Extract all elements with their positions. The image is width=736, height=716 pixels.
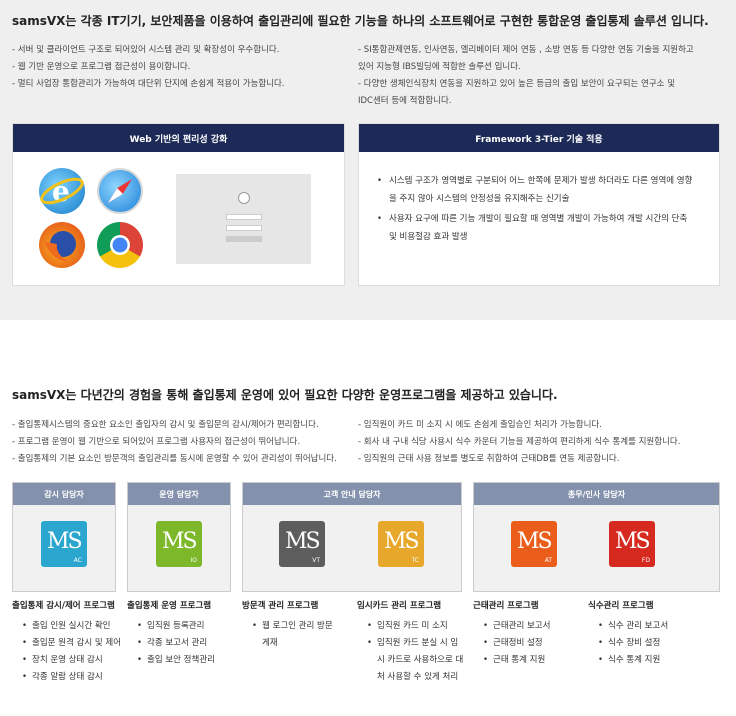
- program-list: 근태관리 보고서 근태정비 설정 근태 통계 지원: [483, 618, 583, 669]
- intro-right-line: 있어 지능형 IBS빌딩에 적합한 솔루션 입니다.: [358, 62, 521, 72]
- list-item: 임직원 카드 분실 시 임시 카드로 사용하으로 대처 사용할 수 있게 처리: [367, 635, 465, 686]
- list-item: 출입 인원 실시간 확인: [22, 618, 122, 635]
- list-item: 식수 장비 설정: [598, 635, 718, 652]
- programs-right-line: - 임직원이 카드 미 소지 시 에도 손쉽게 출입승인 처리가 가능합니다.: [358, 420, 602, 430]
- list-item: 출입 보안 정책관리: [137, 652, 237, 669]
- programs-headline: samsVX는 다년간의 경험을 통해 출입통제 운영에 있어 필요한 다양한 …: [12, 388, 558, 402]
- program-list: 식수 관리 보고서 식수 장비 설정 식수 통계 지원: [598, 618, 718, 669]
- programs-right-line: - 회사 내 구내 식당 사용시 식수 카운터 기능을 제공하여 편리하게 식수…: [358, 437, 681, 447]
- intro-right-text: - SI통합관제연동, 인사연동, 엘리베이터 제어 연동 , 소방 연동 등 …: [358, 42, 728, 110]
- list-item: 장치 운영 상태 감시: [22, 652, 122, 669]
- programs-left-line: - 출입통제의 기본 요소인 방문객의 출입관리를 동시에 운영할 수 있어 관…: [12, 454, 337, 464]
- tile-label: MS: [517, 529, 553, 554]
- framework-list: 시스템 구조가 영역별로 구분되어 어느 한쪽에 문제가 발생 하더라도 다른 …: [377, 172, 697, 248]
- programs-right-line: - 임직원의 근태 사용 정보를 별도로 취합하여 근태DB를 연동 제공합니다…: [358, 454, 620, 464]
- tile-label: MS: [615, 529, 651, 554]
- list-item: 임직원 카드 미 소지: [367, 618, 465, 635]
- mock-button: [226, 236, 262, 242]
- list-item: 식수 통계 지원: [598, 652, 718, 669]
- role-card-title: 총무/인사 담당자: [474, 483, 719, 505]
- list-item: 시스템 구조가 영역별로 구분되어 어느 한쪽에 문제가 발생 하더라도 다른 …: [377, 172, 697, 208]
- ms-vt-icon: MS VT: [279, 521, 325, 567]
- role-card-title: 고객 안내 담당자: [243, 483, 461, 505]
- program-title: 출입통제 운영 프로그램: [127, 601, 212, 611]
- ms-ac-icon: MS AC: [41, 521, 87, 567]
- list-item: 임직원 등록관리: [137, 618, 237, 635]
- role-card-hr: 총무/인사 담당자 MS AT MS FD: [473, 482, 720, 592]
- intro-right-line: - 다양한 생체인식장치 연동을 지원하고 있어 높은 등급의 출입 보안이 요…: [358, 79, 676, 89]
- login-mockup-image: [176, 174, 311, 264]
- list-item: 근태정비 설정: [483, 635, 583, 652]
- program-title: 근태관리 프로그램: [473, 601, 539, 611]
- tile-code: FD: [641, 557, 650, 564]
- role-card-operation: 운영 담당자 MS IO: [127, 482, 231, 592]
- programs-left-text: - 출입통제시스템의 중요한 요소인 출입자의 감시 및 출입문의 감시/제어가…: [12, 417, 357, 468]
- web-panel-title: Web 기반의 편리성 강화: [13, 124, 344, 152]
- program-list: 출입 인원 실시간 확인 출입문 원격 감시 및 제어 장치 운영 상태 감시 …: [22, 618, 122, 686]
- role-card-title: 운영 담당자: [128, 483, 230, 505]
- safari-icon: [97, 168, 143, 214]
- program-title: 방문객 관리 프로그램: [242, 601, 319, 611]
- program-title: 출입통제 감시/제어 프로그램: [12, 601, 115, 611]
- intro-section: samsVX는 각종 IT기기, 보안제품을 이용하여 출입관리에 필요한 기능…: [0, 0, 736, 320]
- list-item: 근태 통계 지원: [483, 652, 583, 669]
- tile-label: MS: [384, 529, 420, 554]
- role-card-monitor: 감시 담당자 MS AC: [12, 482, 116, 592]
- program-list: 임직원 등록관리 각종 보고서 관리 출입 보안 정책관리: [137, 618, 237, 669]
- tile-label: MS: [47, 529, 83, 554]
- intro-headline: samsVX는 각종 IT기기, 보안제품을 이용하여 출입관리에 필요한 기능…: [12, 14, 709, 28]
- programs-right-text: - 임직원이 카드 미 소지 시 에도 손쉽게 출입승인 처리가 가능합니다. …: [358, 417, 728, 468]
- list-item: 각종 보고서 관리: [137, 635, 237, 652]
- user-avatar-icon: [238, 192, 250, 204]
- list-item: 근태관리 보고서: [483, 618, 583, 635]
- ms-at-icon: MS AT: [511, 521, 557, 567]
- list-item: 웹 로그인 관리 방문게재: [252, 618, 340, 652]
- intro-left-line: - 멀티 사업장 통합관리가 가능하여 대단위 단지에 손쉽게 적용이 가능합니…: [12, 79, 285, 89]
- tile-code: AC: [73, 557, 82, 564]
- intro-right-line: IDC센터 등에 적합합니다.: [358, 96, 452, 106]
- web-panel: Web 기반의 편리성 강화 e: [12, 123, 345, 286]
- list-item: 각종 알람 상태 감시: [22, 669, 122, 686]
- ms-fd-icon: MS FD: [609, 521, 655, 567]
- tile-code: AT: [544, 557, 552, 564]
- framework-panel-title: Framework 3-Tier 기술 적용: [359, 124, 719, 152]
- mock-input: [226, 214, 262, 220]
- ie-icon: e: [39, 168, 85, 214]
- program-list: 웹 로그인 관리 방문게재: [252, 618, 340, 652]
- tile-code: TC: [411, 557, 419, 564]
- programs-left-line: - 프로그램 운영이 웹 기반으로 되어있어 프로그램 사용자의 접근성이 뛰어…: [12, 437, 301, 447]
- intro-right-line: - SI통합관제연동, 인사연동, 엘리베이터 제어 연동 , 소방 연동 등 …: [358, 45, 694, 55]
- programs-left-line: - 출입통제시스템의 중요한 요소인 출입자의 감시 및 출입문의 감시/제어가…: [12, 420, 319, 430]
- program-list: 임직원 카드 미 소지 임직원 카드 분실 시 임시 카드로 사용하으로 대처 …: [367, 618, 465, 686]
- intro-left-text: - 서버 및 클라이언트 구조로 되어있어 시스템 관리 및 확장성이 우수합니…: [12, 42, 352, 93]
- chrome-icon: [97, 222, 143, 268]
- role-card-guest: 고객 안내 담당자 MS VT MS TC: [242, 482, 462, 592]
- framework-panel: Framework 3-Tier 기술 적용 시스템 구조가 영역별로 구분되어…: [358, 123, 720, 286]
- intro-left-line: - 서버 및 클라이언트 구조로 되어있어 시스템 관리 및 확장성이 우수합니…: [12, 45, 280, 55]
- list-item: 식수 관리 보고서: [598, 618, 718, 635]
- intro-left-line: - 웹 기반 운영으로 프로그램 접근성이 용이합니다.: [12, 62, 191, 72]
- browser-icons: e: [39, 168, 149, 268]
- ms-tc-icon: MS TC: [378, 521, 424, 567]
- ms-io-icon: MS IO: [156, 521, 202, 567]
- tile-label: MS: [285, 529, 321, 554]
- program-title: 임시카드 관리 프로그램: [357, 601, 442, 611]
- role-card-title: 감시 담당자: [13, 483, 115, 505]
- list-item: 출입문 원격 감시 및 제어: [22, 635, 122, 652]
- tile-code: IO: [190, 557, 198, 564]
- tile-code: VT: [312, 557, 320, 564]
- mock-input: [226, 225, 262, 231]
- firefox-icon: [39, 222, 85, 268]
- list-item: 사용자 요구에 따른 기능 개발이 필요할 때 영역별 개발이 가능하여 개발 …: [377, 210, 697, 246]
- program-title: 식수관리 프로그램: [588, 601, 654, 611]
- tile-label: MS: [162, 529, 198, 554]
